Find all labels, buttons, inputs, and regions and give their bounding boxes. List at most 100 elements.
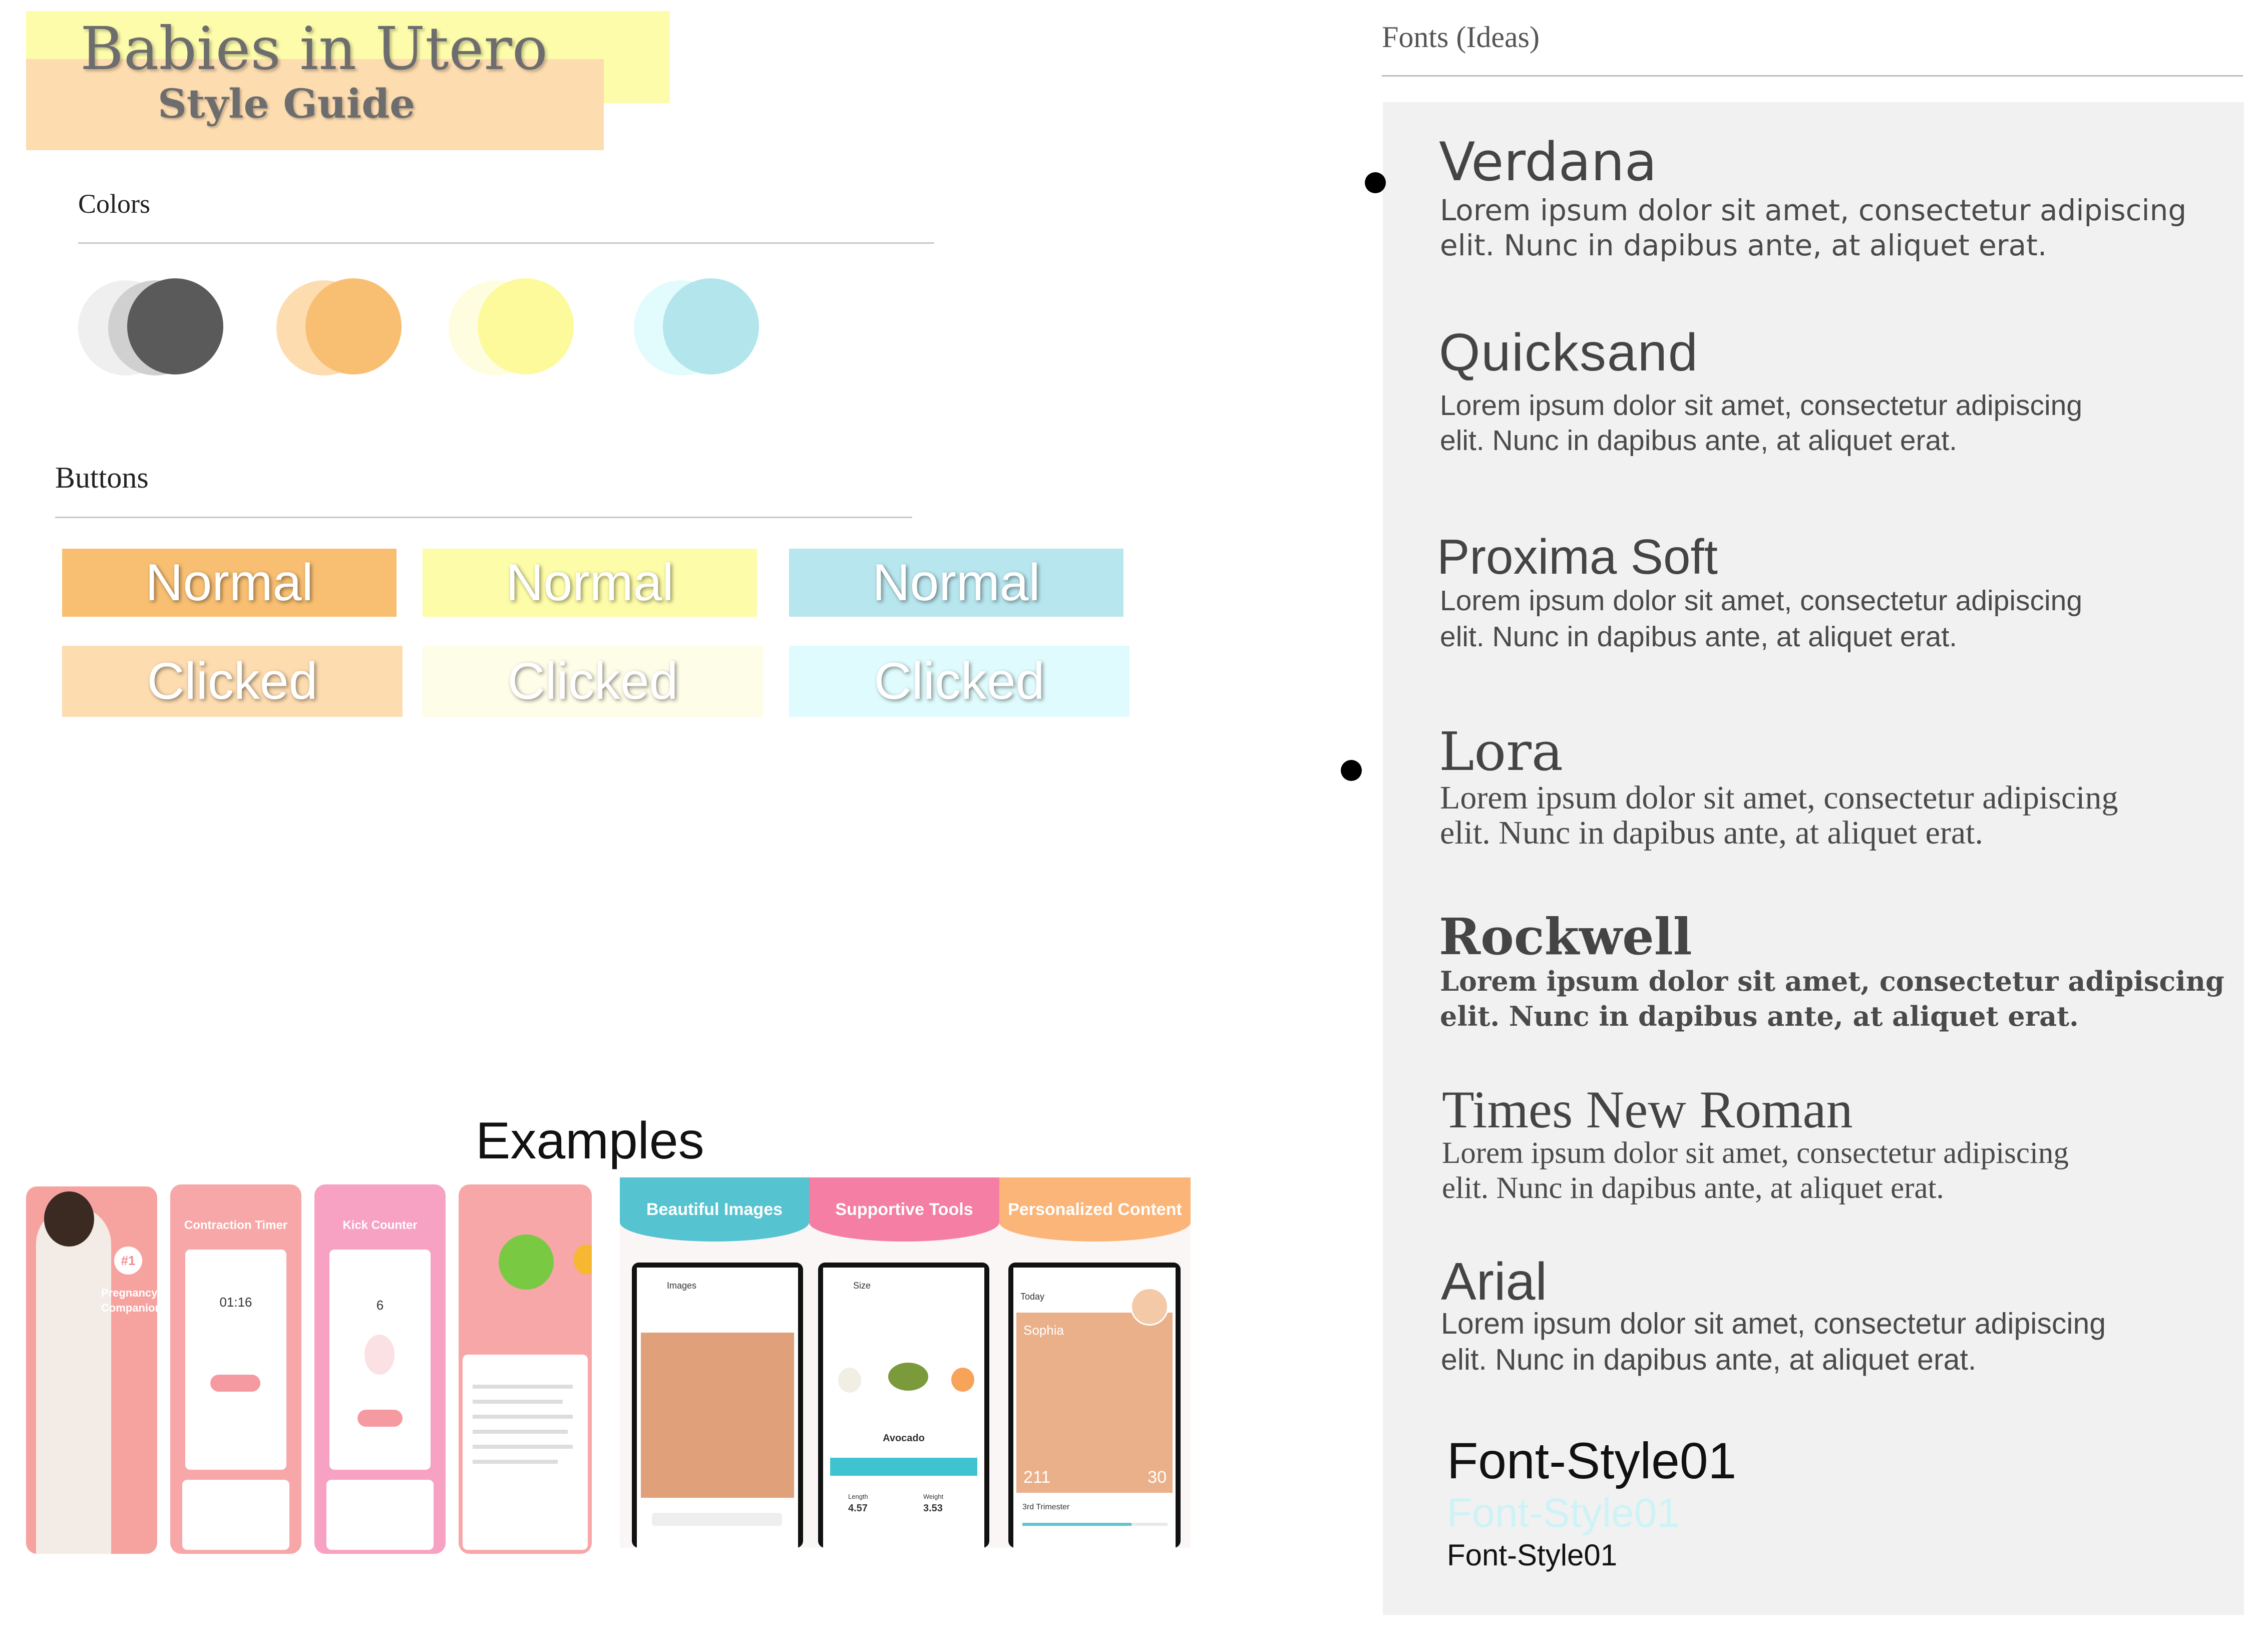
avocado-icon bbox=[888, 1363, 928, 1391]
text-line bbox=[473, 1430, 568, 1434]
font-name-proxima-soft: Proxima Soft bbox=[1437, 529, 1718, 584]
size-text-card bbox=[463, 1355, 588, 1550]
font-sample-arial-1: Lorem ipsum dolor sit amet, consectetur … bbox=[1441, 1307, 2106, 1340]
tools-screen: Size Avocado Length 4.57 Weight 3.53 bbox=[823, 1268, 984, 1548]
length-label: Length bbox=[848, 1493, 868, 1500]
example-pregnancy-companion: #1 Pregnancy Companion Contraction Timer… bbox=[26, 1184, 592, 1555]
font-sample-quicksand-2: elit. Nunc in dapibus ante, at aliquet e… bbox=[1440, 425, 1957, 457]
examples-heading: Examples bbox=[476, 1112, 704, 1170]
images-screen: Images bbox=[637, 1268, 798, 1548]
timer-button bbox=[210, 1375, 260, 1392]
font-sample-arial-2: elit. Nunc in dapibus ante, at aliquet e… bbox=[1441, 1343, 1977, 1376]
font-style-sample-3: Font-Style01 bbox=[1447, 1538, 1618, 1572]
colors-heading: Colors bbox=[78, 189, 151, 219]
progress-fill bbox=[1022, 1523, 1132, 1526]
contraction-history-card bbox=[182, 1480, 289, 1550]
font-sample-proxima-2: elit. Nunc in dapibus ante, at aliquet e… bbox=[1440, 621, 1957, 653]
font-style-sample-1: Font-Style01 bbox=[1447, 1432, 1737, 1489]
weeks-value: 30 bbox=[1148, 1468, 1167, 1487]
font-sample-rockwell-2: elit. Nunc in dapibus ante, at aliquet e… bbox=[1440, 1000, 2079, 1032]
progress-track bbox=[1022, 1523, 1168, 1526]
button-yellow-normal[interactable]: Normal bbox=[423, 549, 757, 617]
text-line bbox=[473, 1415, 573, 1419]
font-sample-quicksand-1: Lorem ipsum dolor sit amet, consectetur … bbox=[1440, 389, 2083, 422]
button-aqua-normal[interactable]: Normal bbox=[789, 549, 1123, 617]
buttons-heading: Buttons bbox=[55, 461, 149, 494]
font-name-arial: Arial bbox=[1441, 1252, 1548, 1311]
colors-divider bbox=[78, 242, 934, 244]
device-images: Images bbox=[632, 1263, 803, 1548]
swatch-dark-gray bbox=[127, 278, 223, 374]
timer-value: 01:16 bbox=[219, 1295, 252, 1310]
hero-text-1: Pregnancy bbox=[101, 1287, 157, 1299]
font-style-sample-2: Font-Style01 bbox=[1447, 1490, 1680, 1536]
fruit-name: Avocado bbox=[883, 1433, 925, 1444]
fonts-divider bbox=[1382, 75, 2243, 77]
button-yellow-clicked[interactable]: Clicked bbox=[423, 646, 763, 717]
size-title: Size bbox=[853, 1281, 871, 1291]
text-line bbox=[473, 1385, 573, 1389]
font-sample-verdana-1: Lorem ipsum dolor sit amet, consectetur … bbox=[1440, 193, 2187, 227]
days-value: 211 bbox=[1023, 1468, 1051, 1487]
bullet-verdana bbox=[1365, 172, 1386, 193]
bullet-lora bbox=[1341, 760, 1362, 781]
font-name-quicksand: Quicksand bbox=[1439, 323, 1699, 382]
contraction-card: 01:16 bbox=[185, 1250, 286, 1470]
example-feature-panels: Beautiful Images Supportive Tools Person… bbox=[620, 1177, 1191, 1548]
panel-head-content: Personalized Content bbox=[999, 1177, 1191, 1242]
ultrasound-image bbox=[641, 1333, 794, 1498]
font-name-lora: Lora bbox=[1439, 721, 1564, 782]
kick-history-card bbox=[326, 1480, 434, 1550]
button-aqua-clicked[interactable]: Clicked bbox=[789, 646, 1130, 717]
swatch-aqua bbox=[663, 278, 759, 374]
hero-text-2: Companion bbox=[101, 1302, 157, 1314]
size-by-fruit-bar bbox=[830, 1458, 977, 1476]
weight-value: 3.53 bbox=[923, 1503, 943, 1514]
images-tabs bbox=[652, 1513, 782, 1526]
length-value: 4.57 bbox=[848, 1503, 868, 1514]
fonts-heading: Fonts (Ideas) bbox=[1382, 21, 1540, 54]
text-line bbox=[473, 1445, 573, 1449]
buttons-divider bbox=[55, 517, 912, 518]
baby-foot-icon bbox=[364, 1335, 395, 1375]
avatar bbox=[1131, 1288, 1169, 1326]
text-line bbox=[473, 1460, 558, 1464]
example-contraction-screen: Contraction Timer 01:16 bbox=[170, 1184, 301, 1554]
trimester-label: 3rd Trimester bbox=[1022, 1503, 1070, 1511]
page-title: Babies in Utero bbox=[80, 14, 548, 83]
kick-title: Kick Counter bbox=[342, 1218, 418, 1232]
kick-button bbox=[357, 1410, 403, 1427]
button-orange-clicked[interactable]: Clicked bbox=[62, 646, 403, 717]
fruit-icon bbox=[499, 1234, 554, 1290]
example-hero-screen: #1 Pregnancy Companion bbox=[26, 1186, 157, 1554]
device-tools: Size Avocado Length 4.57 Weight 3.53 bbox=[818, 1263, 989, 1548]
images-title: Images bbox=[667, 1281, 697, 1291]
baby-photo bbox=[1016, 1313, 1173, 1493]
font-sample-proxima-1: Lorem ipsum dolor sit amet, consectetur … bbox=[1440, 585, 2083, 617]
swatch-yellow bbox=[478, 278, 574, 374]
garlic-icon bbox=[838, 1368, 861, 1393]
hair-shape bbox=[44, 1191, 94, 1247]
baby-name: Sophia bbox=[1023, 1323, 1064, 1338]
pregnant-woman-photo bbox=[36, 1206, 111, 1554]
kick-value: 6 bbox=[376, 1298, 384, 1313]
page-subtitle: Style Guide bbox=[157, 80, 416, 127]
weight-label: Weight bbox=[923, 1493, 944, 1500]
button-orange-normal[interactable]: Normal bbox=[62, 549, 397, 617]
panel-head-images: Beautiful Images bbox=[620, 1177, 809, 1242]
color-swatches bbox=[78, 278, 779, 378]
font-sample-lora-1: Lorem ipsum dolor sit amet, consectetur … bbox=[1440, 779, 2118, 816]
text-line bbox=[473, 1400, 563, 1404]
font-sample-rockwell-1: Lorem ipsum dolor sit amet, consectetur … bbox=[1440, 965, 2224, 997]
font-sample-verdana-2: elit. Nunc in dapibus ante, at aliquet e… bbox=[1440, 228, 2047, 262]
font-name-times: Times New Roman bbox=[1442, 1080, 1853, 1139]
orange-icon bbox=[951, 1368, 974, 1392]
font-sample-times-1: Lorem ipsum dolor sit amet, consectetur … bbox=[1442, 1136, 2069, 1170]
rank-badge: #1 bbox=[114, 1247, 142, 1275]
today-label: Today bbox=[1020, 1292, 1045, 1302]
fruit-icon-2 bbox=[574, 1245, 592, 1275]
font-sample-lora-2: elit. Nunc in dapibus ante, at aliquet e… bbox=[1440, 814, 1983, 851]
contraction-title: Contraction Timer bbox=[184, 1218, 288, 1232]
example-size-screen bbox=[459, 1184, 592, 1554]
font-name-verdana: Verdana bbox=[1439, 131, 1657, 193]
